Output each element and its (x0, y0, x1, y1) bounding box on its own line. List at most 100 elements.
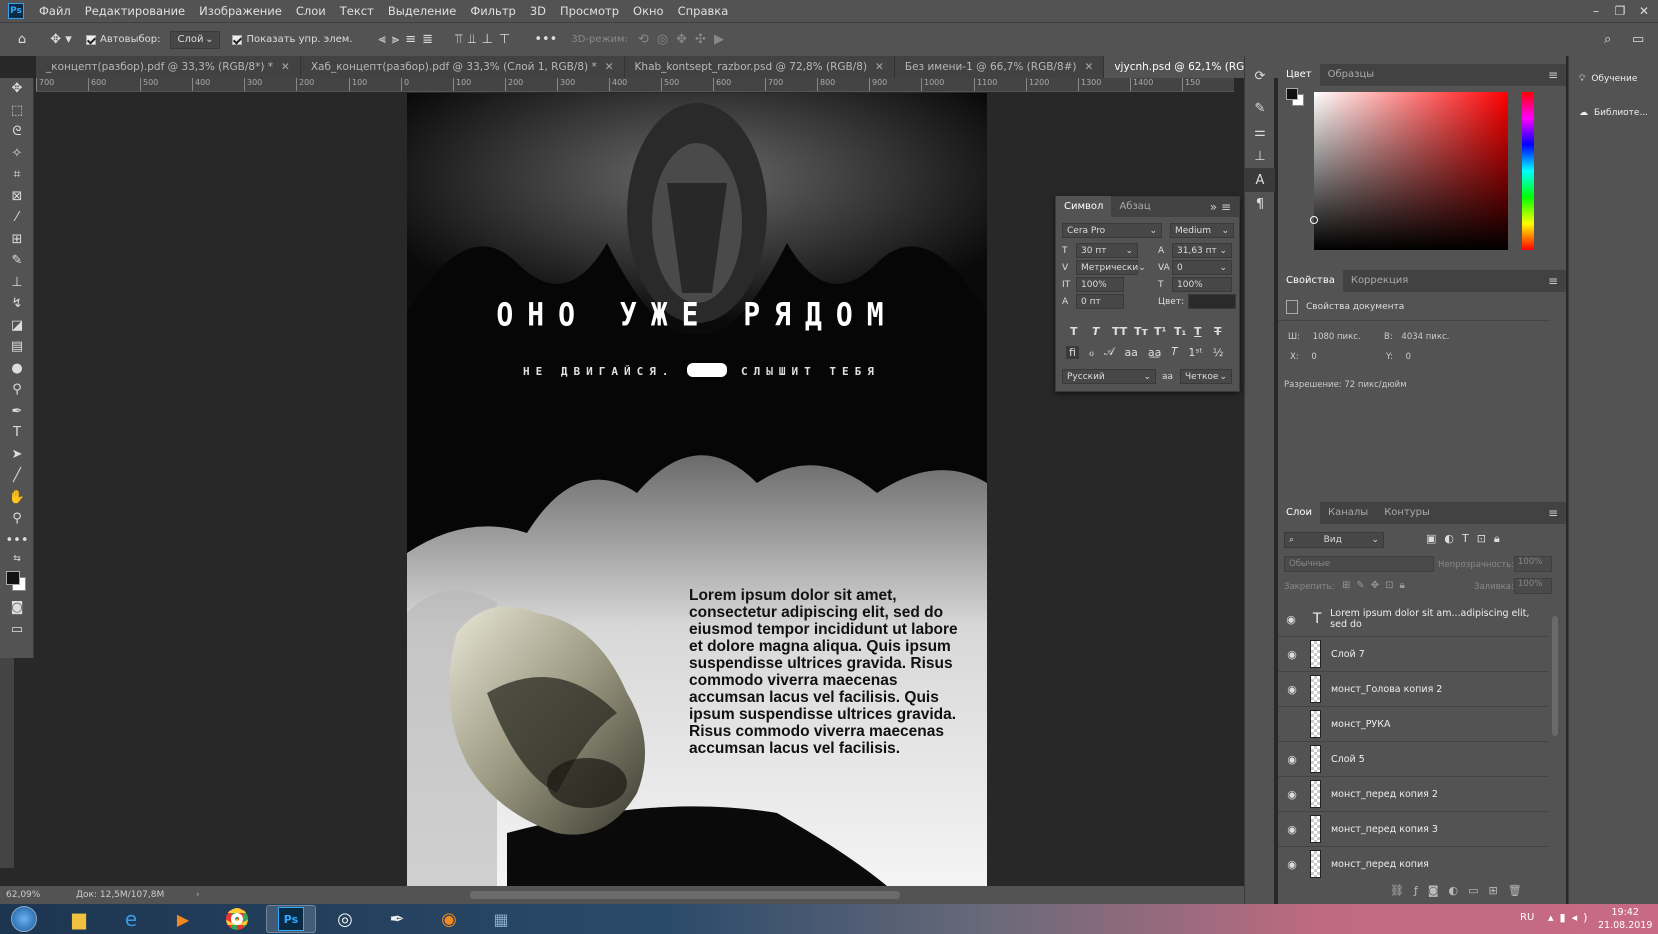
taskbar-app[interactable]: ▦ (476, 905, 526, 933)
close-tab-icon[interactable]: ✕ (281, 61, 290, 73)
antialias-select[interactable]: Четкое ⌄ (1180, 369, 1232, 384)
menu-view[interactable]: Просмотр (553, 0, 626, 22)
vertical-scale-input[interactable]: 100% (1076, 277, 1124, 292)
blur-tool-icon[interactable]: ● (0, 358, 34, 380)
minimize-icon[interactable]: – (1584, 0, 1608, 22)
tab-properties[interactable]: Свойства (1278, 270, 1343, 292)
doc-tab[interactable]: _концепт(разбор).pdf @ 33,3% (RGB/8*) * ✕ (36, 56, 301, 78)
paragraph-panel-icon[interactable]: ¶ (1245, 192, 1275, 216)
lock-icons[interactable]: ⊞✎✥⊡🔒︎ (1342, 580, 1411, 591)
opacity-input[interactable]: 100% (1514, 556, 1552, 572)
layer-row[interactable]: ◉ T Lorem ipsum dolor sit am...adipiscing … (1278, 602, 1548, 637)
quick-mask-icon[interactable]: ◙ (0, 597, 34, 619)
subscript-button[interactable]: T₁ (1174, 325, 1186, 338)
lasso-tool-icon[interactable]: ᘓ (0, 121, 34, 143)
autoselect-dropdown[interactable]: Слой ⌄ (170, 30, 221, 49)
path-select-icon[interactable]: ➤ (0, 444, 34, 466)
hand-tool-icon[interactable]: ✋ (0, 487, 34, 509)
tab-paragraph[interactable]: Абзац (1111, 196, 1158, 218)
faux-italic-button[interactable]: T (1092, 325, 1100, 338)
zoom-level[interactable]: 62,09% (6, 890, 76, 900)
pen-tool-icon[interactable]: ✒ (0, 401, 34, 423)
fractions-button[interactable]: ½ (1213, 346, 1224, 359)
layer-row[interactable]: ◉ монст_перед копия 2 (1278, 777, 1548, 812)
eye-icon[interactable]: ◉ (1278, 823, 1306, 836)
taskbar-explorer[interactable]: ▆ (54, 905, 104, 933)
color-fg-swatch[interactable] (1286, 88, 1298, 100)
taskbar-chrome[interactable] (212, 905, 262, 933)
history-brush-icon[interactable]: ↯ (0, 293, 34, 315)
taskbar-blender[interactable]: ◉ (424, 905, 474, 933)
eraser-tool-icon[interactable]: ◪ (0, 315, 34, 337)
tracking-input[interactable]: 0 ⌄ (1172, 260, 1232, 275)
layer-filter-select[interactable]: ⌕ Вид ⌄ (1284, 532, 1384, 548)
layer-row[interactable]: ◉ Слой 5 (1278, 742, 1548, 777)
titling-button[interactable]: a͟a (1148, 346, 1161, 359)
ligatures-button[interactable]: fi (1066, 345, 1079, 359)
eye-icon[interactable]: ◉ (1278, 788, 1306, 801)
tab-adjustments[interactable]: Коррекция (1343, 270, 1416, 292)
tab-paths[interactable]: Контуры (1376, 502, 1438, 524)
line-tool-icon[interactable]: ╱ (0, 465, 34, 487)
taskbar-ie[interactable]: e (106, 905, 156, 933)
taskbar-app[interactable]: ✒ (372, 905, 422, 933)
3d-mode-icons[interactable]: ⟲◎✥✣▶ (638, 32, 732, 47)
swap-colors-icon[interactable]: ⇆ (0, 551, 34, 567)
layer-row[interactable]: ◉ монст_перед копия (1278, 847, 1548, 880)
more-tools-icon[interactable]: ••• (0, 530, 34, 552)
stylistic-alt-button[interactable]: aa (1124, 346, 1137, 359)
marquee-tool-icon[interactable]: ⬚ (0, 100, 34, 122)
panel-menu-icon[interactable]: ≡ (1548, 68, 1558, 82)
taskbar-media[interactable]: ▶ (158, 905, 208, 933)
libraries-button[interactable]: ☁︎ Библиоте... (1579, 108, 1648, 118)
adjustments-icon[interactable]: ⚌ (1245, 120, 1275, 144)
menu-layers[interactable]: Слои (289, 0, 333, 22)
move-tool-icon[interactable]: ✥ (0, 78, 34, 100)
doc-tab[interactable]: Без имени-1 @ 66,7% (RGB/8#) ✕ (895, 56, 1105, 78)
language-select[interactable]: Русский ⌄ (1062, 369, 1156, 384)
gradient-tool-icon[interactable]: ▤ (0, 336, 34, 358)
panel-menu-icon[interactable]: ≡ (1548, 274, 1558, 288)
close-tab-icon[interactable]: ✕ (1085, 61, 1094, 73)
menu-edit[interactable]: Редактирование (78, 0, 192, 22)
close-icon[interactable]: ✕ (1632, 0, 1656, 22)
doc-tab[interactable]: Khab_kontsept_razbor.psd @ 72,8% (RGB/8)… (625, 56, 895, 78)
move-tool-icon[interactable]: ✥ ▾ (44, 32, 78, 47)
tab-swatches[interactable]: Образцы (1320, 64, 1383, 86)
layer-filter-icons[interactable]: ▣◐T⊡🔒︎ (1426, 532, 1508, 546)
font-style-select[interactable]: Medium ⌄ (1170, 223, 1234, 238)
menu-help[interactable]: Справка (671, 0, 736, 22)
faux-bold-button[interactable]: T (1070, 325, 1078, 338)
panel-menu-icon[interactable]: » ≡ (1210, 200, 1231, 214)
dodge-tool-icon[interactable]: ⚲ (0, 379, 34, 401)
tab-color[interactable]: Цвет (1278, 64, 1320, 86)
menu-filter[interactable]: Фильтр (463, 0, 523, 22)
brush-settings-icon[interactable]: ✎ (1245, 96, 1275, 120)
text-color-swatch[interactable] (1188, 294, 1237, 309)
layers-scrollbar[interactable] (1552, 616, 1558, 736)
close-tab-icon[interactable]: ✕ (605, 61, 614, 73)
leading-input[interactable]: 31,63 пт ⌄ (1172, 243, 1232, 258)
magic-wand-icon[interactable]: ✧ (0, 143, 34, 165)
crop-tool-icon[interactable]: ⌗ (0, 164, 34, 186)
type-tool-icon[interactable]: T (0, 422, 34, 444)
search-icon[interactable]: ⌕ (1604, 32, 1611, 47)
small-caps-button[interactable]: Tт (1134, 325, 1148, 338)
restore-icon[interactable]: ❐ (1608, 0, 1632, 22)
taskbar-app[interactable]: ◎ (320, 905, 370, 933)
stamp-panel-icon[interactable]: ⊥ (1245, 144, 1275, 168)
baseline-shift-input[interactable]: 0 пт (1076, 294, 1124, 309)
history-icon[interactable]: ⟳ (1245, 64, 1275, 88)
layer-actions[interactable]: ⛓ƒ◙◐▭⊞🗑︎ (1390, 884, 1532, 897)
more-options-icon[interactable]: ••• (534, 32, 557, 47)
show-transform-checkbox[interactable] (232, 34, 243, 45)
taskbar-photoshop[interactable]: Ps (266, 905, 316, 933)
blend-mode-select[interactable]: Обычные (1284, 556, 1434, 572)
language-indicator[interactable]: RU (1520, 912, 1534, 923)
eye-icon[interactable]: ◉ (1278, 753, 1306, 766)
eye-icon[interactable]: ◉ (1278, 648, 1306, 661)
stamp-tool-icon[interactable]: ⊥ (0, 272, 34, 294)
menu-image[interactable]: Изображение (192, 0, 289, 22)
font-family-select[interactable]: Cera Pro ⌄ (1062, 223, 1162, 238)
all-caps-button[interactable]: TT (1112, 325, 1127, 338)
